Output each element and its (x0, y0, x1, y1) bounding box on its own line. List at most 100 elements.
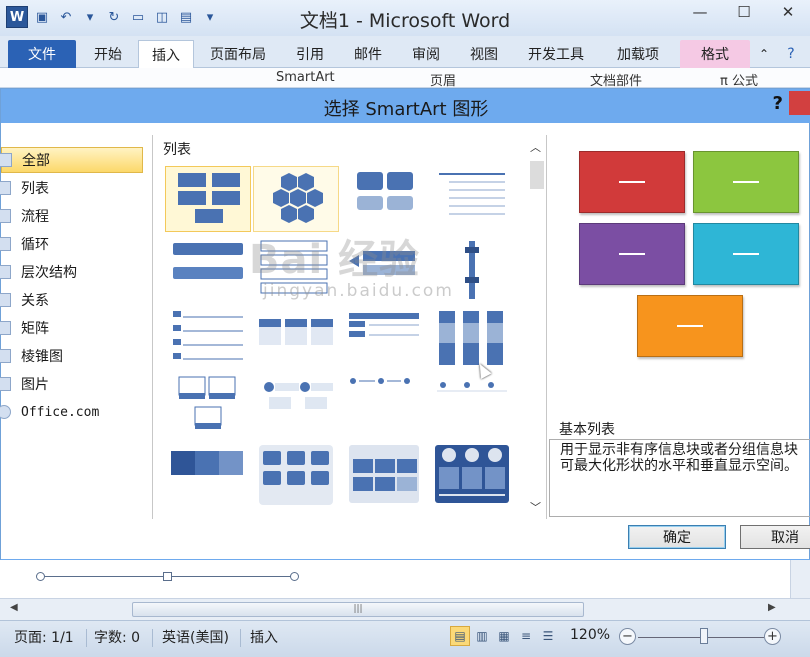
scroll-left-icon[interactable]: ◀ (10, 602, 18, 613)
category-label: 图片 (21, 377, 49, 393)
full-screen-reading-icon[interactable]: ▥ (472, 626, 492, 646)
quick-parts-button[interactable]: 文档部件 (590, 70, 642, 89)
layout-preview-icon (439, 173, 505, 215)
tab-view[interactable]: 视图 (458, 40, 510, 68)
category-office-com[interactable]: Office.com (0, 399, 143, 425)
document-horizontal-scrollbar[interactable]: ◀ ||| ▶ (0, 598, 810, 620)
layout-preview-icon (435, 445, 509, 503)
layout-thumbnail-dot-row[interactable] (429, 371, 515, 437)
category-matrix[interactable]: 矩阵 (0, 315, 143, 341)
category-icon (0, 265, 11, 279)
tab-developer[interactable]: 开发工具 (516, 40, 596, 68)
resize-handle[interactable] (36, 572, 45, 581)
equation-button[interactable]: π 公式 (720, 70, 758, 89)
gallery-scrollbar[interactable]: ︿ ﹀ (526, 135, 546, 519)
layout-thumbnail-picture-caption[interactable] (165, 371, 251, 437)
preview-block-red (579, 151, 685, 213)
preview-block-cyan (693, 223, 799, 285)
globe-icon (0, 405, 11, 419)
layout-thumbnail-hexagon-cluster[interactable] (253, 166, 339, 232)
layout-thumbnail-lined-list[interactable] (165, 305, 251, 371)
scrollbar-thumb[interactable] (530, 161, 544, 189)
tab-mailings[interactable]: 邮件 (342, 40, 394, 68)
category-relationship[interactable]: 关系 (0, 287, 143, 313)
layout-preview-icon (260, 240, 328, 294)
tab-add-ins[interactable]: 加载项 (602, 40, 674, 68)
layout-thumbnail-column-list[interactable] (253, 305, 339, 371)
layout-thumbnail-bullet-list[interactable] (429, 166, 515, 232)
tab-review[interactable]: 审阅 (400, 40, 452, 68)
cancel-button[interactable]: 取消 (740, 525, 810, 549)
category-pyramid[interactable]: 棱锥图 (0, 343, 143, 369)
layout-thumbnail-horizontal-bars[interactable] (165, 237, 251, 303)
web-layout-icon[interactable]: ▦ (494, 626, 514, 646)
layout-preview-icon (349, 251, 415, 275)
layout-thumbnail-circle-list[interactable] (253, 371, 339, 437)
zoom-slider-thumb[interactable] (700, 628, 708, 644)
layout-preview-icon (178, 376, 236, 429)
dialog-help-icon[interactable]: ? (773, 93, 783, 114)
dialog-close-button[interactable] (789, 91, 810, 115)
description-line: 可最大化形状的水平和垂直显示空间。 (560, 458, 798, 474)
layout-thumbnail-circle-columns[interactable] (429, 441, 515, 507)
tab-home[interactable]: 开始 (82, 40, 134, 68)
resize-handle[interactable] (290, 572, 299, 581)
layout-thumbnail-block-row[interactable] (165, 441, 251, 507)
ok-button[interactable]: 确定 (628, 525, 726, 549)
layout-thumbnail-vertical-line[interactable] (429, 237, 515, 303)
zoom-out-icon[interactable]: − (619, 628, 636, 645)
category-label: Office.com (21, 404, 100, 420)
tab-references[interactable]: 引用 (284, 40, 336, 68)
dialog-title-bar: 选择 SmartArt 图形 ? (1, 89, 810, 123)
tab-file[interactable]: 文件 (8, 40, 76, 68)
tab-page-layout[interactable]: 页面布局 (198, 40, 278, 68)
preview-pane: 基本列表 用于显示非有序信息块或者分组信息块 可最大化形状的水平和垂直显示空间。 (549, 135, 810, 519)
zoom-in-icon[interactable]: + (764, 628, 781, 645)
outline-view-icon[interactable]: ≡ (516, 626, 536, 646)
page-count[interactable]: 页面: 1/1 (14, 627, 74, 647)
minimize-ribbon-icon[interactable]: ⌃ (754, 40, 774, 68)
category-process[interactable]: 流程 (0, 203, 143, 229)
category-hierarchy[interactable]: 层次结构 (0, 259, 143, 285)
layout-thumbnail-grid-matrix[interactable] (341, 441, 427, 507)
scroll-up-icon[interactable]: ︿ (530, 139, 541, 155)
tab-insert[interactable]: 插入 (138, 40, 194, 69)
layout-thumbnail-vertical-box-list[interactable] (253, 237, 339, 303)
layout-thumbnail-arrow-list[interactable] (341, 237, 427, 303)
minimize-icon[interactable]: — (678, 0, 722, 24)
print-layout-view-icon[interactable]: ▤ (450, 626, 470, 646)
zoom-level[interactable]: 120% (570, 627, 610, 643)
separator (240, 629, 241, 647)
scroll-right-icon[interactable]: ▶ (768, 602, 776, 613)
insert-mode-status[interactable]: 插入 (250, 627, 278, 647)
word-count[interactable]: 字数: 0 (94, 627, 140, 647)
resize-handle[interactable] (163, 572, 172, 581)
layout-thumbnail-dotted-list[interactable] (341, 371, 427, 437)
language-status[interactable]: 英语(美国) (162, 627, 229, 647)
scroll-down-icon[interactable]: ﹀ (530, 499, 541, 515)
window-controls: — ☐ ✕ (678, 0, 810, 24)
draft-view-icon[interactable]: ☰ (538, 626, 558, 646)
maximize-icon[interactable]: ☐ (722, 0, 766, 24)
category-cycle[interactable]: 循环 (0, 231, 143, 257)
tab-format[interactable]: 格式 (680, 40, 750, 68)
document-canvas[interactable] (0, 560, 810, 600)
document-vertical-scrollbar[interactable] (790, 560, 810, 598)
layout-thumbnail-stacked-list[interactable] (341, 166, 427, 232)
smartart-button[interactable]: SmartArt (276, 70, 335, 85)
layout-thumbnail-basic-list[interactable] (165, 166, 251, 232)
category-picture[interactable]: 图片 (0, 371, 143, 397)
scrollbar-thumb[interactable]: ||| (132, 602, 584, 617)
layout-preview-icon (259, 319, 333, 345)
header-button[interactable]: 页眉 (430, 70, 456, 89)
layout-preview-icon (349, 445, 419, 503)
layout-thumbnail-vertical-bullets[interactable] (429, 305, 515, 371)
category-list-item[interactable]: 列表 (0, 175, 143, 201)
help-icon[interactable]: ? (780, 40, 802, 68)
layout-thumbnail-tab-list[interactable] (341, 305, 427, 371)
category-all[interactable]: 全部 (0, 147, 143, 173)
layout-thumbnail-grouped-list[interactable] (253, 441, 339, 507)
close-window-icon[interactable]: ✕ (766, 0, 810, 24)
layout-preview-icon (173, 311, 243, 360)
category-label: 关系 (21, 293, 49, 309)
